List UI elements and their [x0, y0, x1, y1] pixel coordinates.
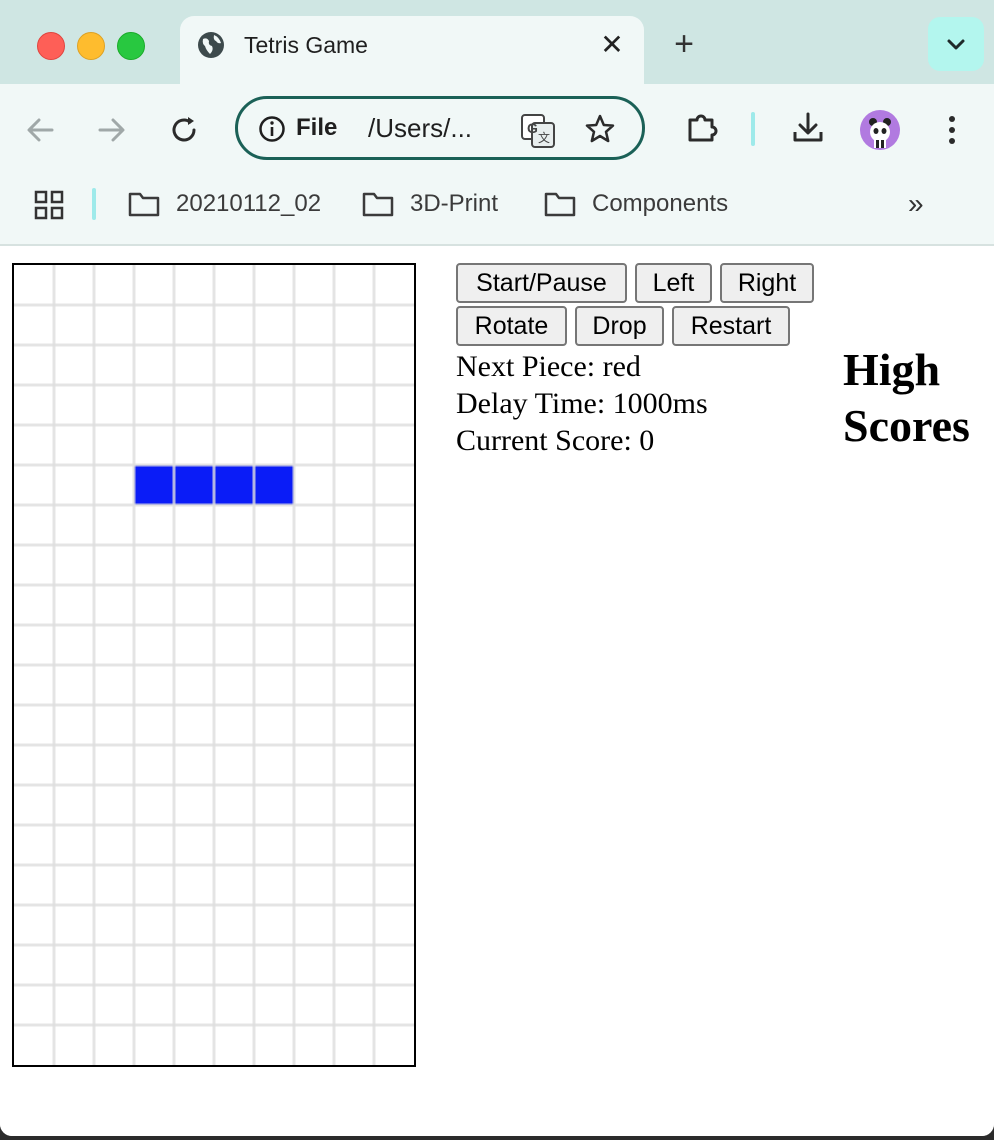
tab-close-icon[interactable]: ✕: [600, 30, 624, 60]
bookmarks-separator: [92, 188, 96, 220]
restart-button[interactable]: Restart: [672, 306, 790, 346]
drop-button[interactable]: Drop: [575, 306, 664, 346]
piece-block: [134, 465, 174, 505]
toolbar-separator: [751, 112, 755, 146]
high-scores-heading-line2: Scores: [843, 400, 970, 451]
rotate-button[interactable]: Rotate: [456, 306, 567, 346]
left-button[interactable]: Left: [635, 263, 712, 303]
new-tab-button[interactable]: +: [668, 26, 700, 62]
board-canvas: [14, 265, 414, 1065]
browser-toolbar: File /Users/... G 文: [0, 84, 994, 176]
browser-window: Tetris Game ✕ + File /Users/... G 文 2021…: [0, 0, 994, 1136]
piece-block: [214, 465, 254, 505]
high-scores-heading-line1: High: [843, 344, 941, 395]
start-pause-button[interactable]: Start/Pause: [456, 263, 627, 303]
svg-text:G: G: [527, 120, 538, 136]
url-scheme-label: File: [296, 114, 338, 141]
download-icon[interactable]: [790, 110, 826, 146]
address-bar[interactable]: File /Users/... G 文: [235, 96, 645, 160]
extensions-puzzle-icon[interactable]: [684, 110, 720, 146]
bookmark-folder-3d-print[interactable]: 3D-Print: [362, 188, 512, 220]
close-window-button[interactable]: [37, 32, 65, 60]
translate-icon[interactable]: G 文: [520, 113, 556, 149]
minimize-window-button[interactable]: [77, 32, 105, 60]
bookmark-label: Components: [592, 190, 729, 217]
piece-block: [254, 465, 294, 505]
bookmark-star-icon[interactable]: [584, 113, 616, 145]
tetris-board: [12, 263, 416, 1067]
url-text[interactable]: /Users/...: [368, 113, 472, 144]
folder-icon: [128, 192, 160, 217]
piece-block: [174, 465, 214, 505]
page-content: Start/Pause Left Right Rotate Drop Resta…: [0, 246, 994, 1136]
more-vert-icon[interactable]: [934, 112, 970, 148]
more-bookmarks-chevron-icon[interactable]: »: [908, 188, 924, 220]
profile-avatar[interactable]: [860, 110, 900, 150]
bookmarks-bar: 20210112_02 3D-Print Components »: [0, 176, 994, 246]
forward-arrow-icon[interactable]: [94, 112, 130, 148]
apps-grid-icon[interactable]: [34, 190, 64, 220]
tab-search-button[interactable]: [928, 17, 984, 71]
reload-icon[interactable]: [166, 112, 202, 148]
folder-icon: [362, 192, 394, 217]
maximize-window-button[interactable]: [117, 32, 145, 60]
current-score-text: Current Score: 0: [456, 424, 655, 457]
high-scores-heading: High Scores: [843, 342, 970, 454]
globe-icon: [198, 32, 224, 58]
bookmark-label: 3D-Print: [410, 190, 499, 217]
bookmark-label: 20210112_02: [176, 190, 322, 217]
chevron-down-icon: [947, 39, 965, 50]
delay-time-text: Delay Time: 1000ms: [456, 387, 708, 420]
bookmark-folder-components[interactable]: Components: [544, 188, 744, 220]
back-arrow-icon[interactable]: [22, 112, 58, 148]
panda-avatar-icon: [869, 118, 891, 148]
tab-tetris-game[interactable]: Tetris Game ✕: [180, 16, 644, 84]
tab-title: Tetris Game: [244, 32, 368, 58]
bookmark-folder-20210112-02[interactable]: 20210112_02: [128, 188, 328, 220]
folder-icon: [544, 192, 576, 217]
tab-strip: Tetris Game ✕ +: [0, 0, 994, 84]
next-piece-text: Next Piece: red: [456, 350, 641, 383]
info-icon[interactable]: [258, 115, 286, 143]
svg-text:文: 文: [538, 130, 550, 145]
right-button[interactable]: Right: [720, 263, 814, 303]
